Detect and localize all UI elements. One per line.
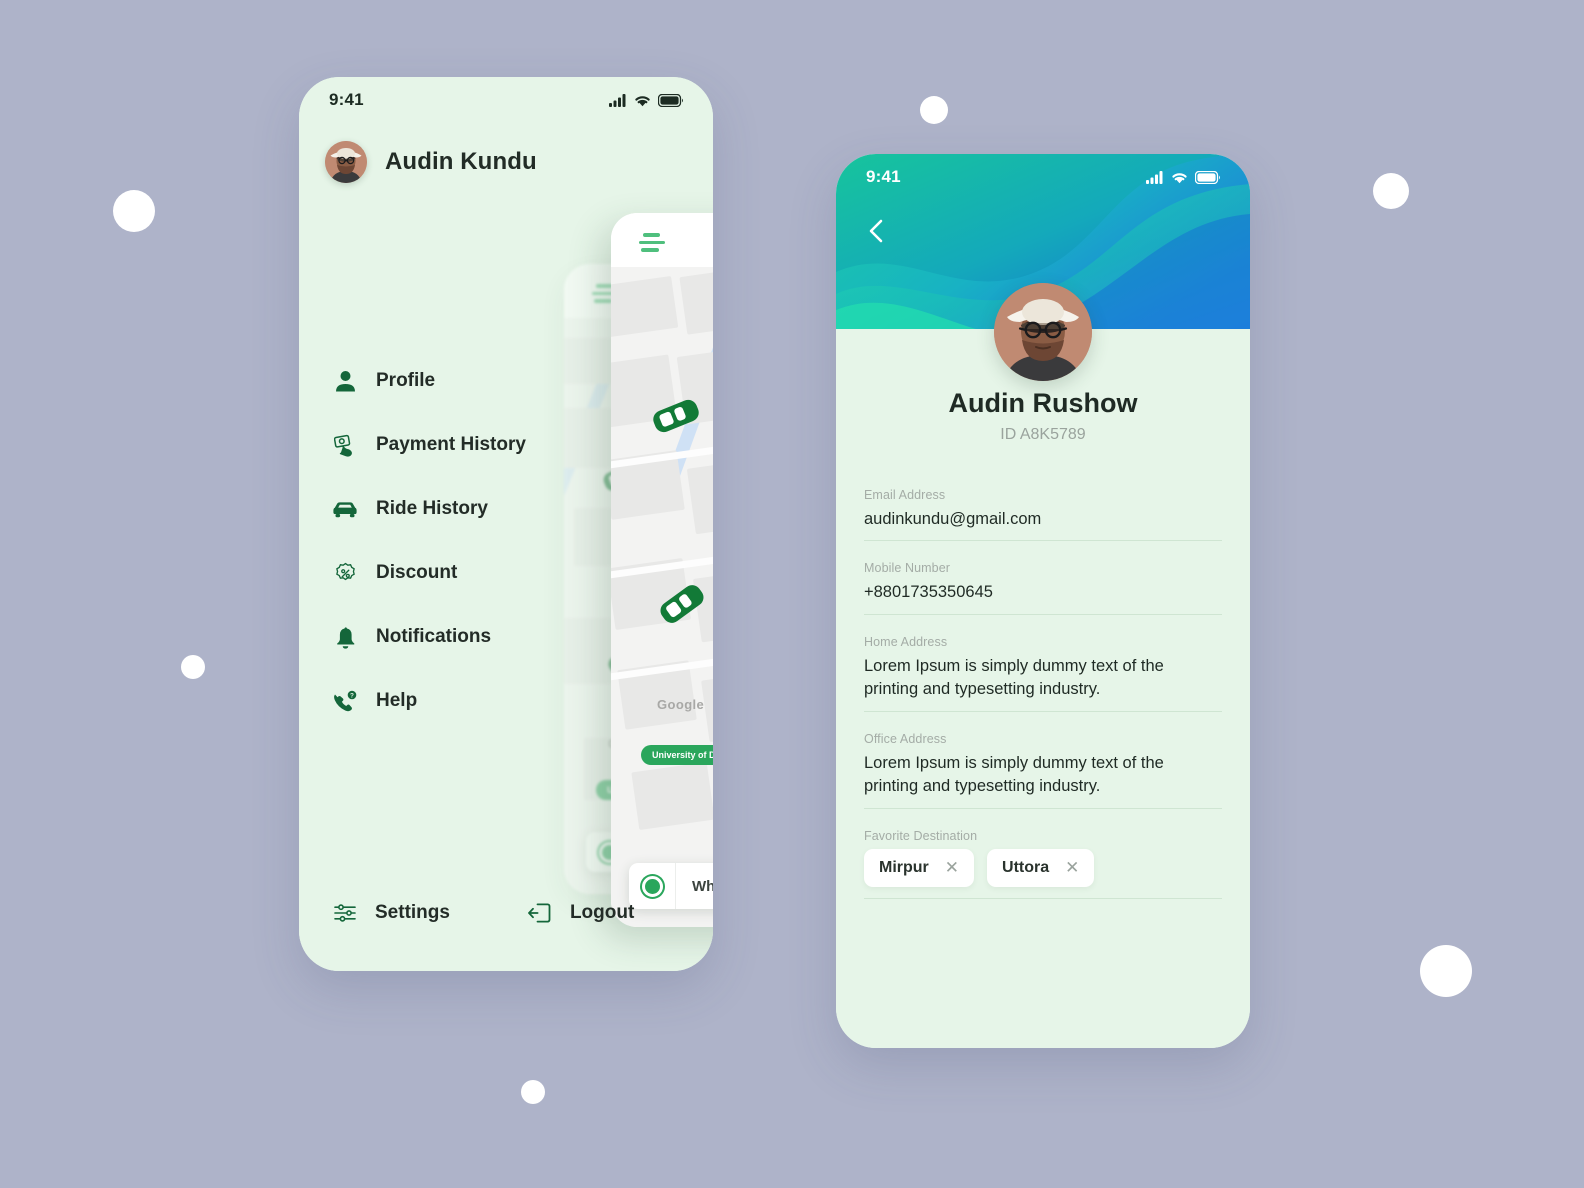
hamburger-icon[interactable] — [639, 233, 665, 256]
menu-footer: Settings Logout — [333, 901, 634, 925]
office-address-field[interactable]: Lorem Ipsum is simply dummy text of the … — [864, 752, 1222, 809]
field-label: Email Address — [864, 488, 946, 502]
field-email: Email Address audinkundu@gmail.com — [864, 488, 1222, 542]
profile-avatar — [994, 283, 1092, 381]
map-card-topbar — [611, 213, 713, 267]
field-office-address: Office Address Lorem Ipsum is simply dum… — [864, 732, 1222, 809]
main-menu: Profile Payment History Ride History Dis… — [333, 349, 633, 733]
logout-button[interactable]: Logout — [528, 901, 634, 925]
person-icon — [333, 369, 357, 393]
menu-item-label: Discount — [376, 562, 458, 583]
destination-search-bar[interactable]: Where to? — [629, 863, 713, 909]
home-address-field[interactable]: Lorem Ipsum is simply dummy text of the … — [864, 655, 1222, 712]
email-field[interactable]: audinkundu@gmail.com — [864, 508, 1222, 542]
logout-label: Logout — [569, 902, 635, 923]
decor-dot — [181, 655, 205, 679]
field-home-address: Home Address Lorem Ipsum is simply dummy… — [864, 635, 1222, 712]
status-icons — [609, 93, 683, 107]
search-placeholder: Where to? — [692, 877, 713, 895]
destination-chip-list: Mirpur ✕ Uttora ✕ — [864, 848, 1222, 899]
menu-item-label: Notifications — [376, 626, 492, 647]
decor-dot — [113, 190, 155, 232]
destination-chip[interactable]: Mirpur ✕ — [864, 848, 975, 887]
poi-badge: University of Dhaka — [641, 745, 713, 765]
location-dot-icon — [629, 863, 676, 909]
battery-icon — [1195, 170, 1220, 184]
mobile-field[interactable]: +8801735350645 — [864, 581, 1222, 615]
decor-dot — [920, 96, 948, 124]
signal-icon — [609, 93, 626, 107]
wifi-icon — [1172, 172, 1187, 183]
menu-user-header[interactable]: Audin Kundu — [325, 141, 537, 183]
decor-dot — [521, 1080, 545, 1104]
decor-dot — [1373, 173, 1409, 209]
user-name: Audin Kundu — [385, 148, 537, 175]
car-icon — [333, 497, 357, 521]
profile-name: Audin Rushow — [948, 388, 1138, 418]
menu-item-help[interactable]: ? Help — [333, 669, 633, 733]
status-time: 9:41 — [329, 90, 364, 109]
status-icons — [1146, 170, 1220, 184]
close-icon[interactable]: ✕ — [945, 859, 959, 876]
battery-icon — [658, 93, 683, 107]
close-icon[interactable]: ✕ — [1065, 859, 1079, 876]
discount-badge-icon — [333, 561, 357, 585]
menu-item-ride-history[interactable]: Ride History — [333, 477, 633, 541]
status-bar: 9:41 — [836, 154, 1250, 200]
page-canvas: 9:41 Audin Kundu Google University of D … — [0, 0, 1584, 1188]
menu-item-label: Help — [376, 690, 418, 711]
field-label: Favorite Destination — [864, 828, 978, 843]
chevron-left-icon — [869, 219, 883, 243]
signal-icon — [1146, 170, 1163, 184]
svg-text:?: ? — [350, 692, 354, 699]
menu-item-label: Ride History — [376, 498, 488, 519]
menu-item-profile[interactable]: Profile — [333, 349, 633, 413]
field-favorite-destination: Favorite Destination Mirpur ✕ Uttora ✕ — [864, 829, 1222, 899]
menu-item-label: Profile — [376, 370, 436, 391]
wifi-icon — [635, 95, 650, 106]
bell-icon — [333, 625, 357, 649]
menu-item-discount[interactable]: Discount — [333, 541, 633, 605]
settings-label: Settings — [375, 902, 450, 923]
status-bar: 9:41 — [299, 77, 713, 123]
field-label: Mobile Number — [864, 561, 951, 576]
profile-id: ID A8K5789 — [1000, 426, 1086, 443]
menu-item-payment-history[interactable]: Payment History — [333, 413, 633, 477]
logout-icon — [528, 901, 552, 925]
menu-item-notifications[interactable]: Notifications — [333, 605, 633, 669]
profile-fields: Email Address audinkundu@gmail.com Mobil… — [864, 488, 1222, 919]
decor-dot — [1420, 945, 1472, 997]
google-watermark: Google — [657, 697, 705, 712]
chip-label: Mirpur — [879, 858, 929, 876]
avatar — [325, 141, 367, 183]
menu-item-label: Payment History — [376, 434, 526, 455]
status-time: 9:41 — [866, 167, 901, 186]
support-phone-icon: ? — [333, 689, 357, 713]
field-label: Home Address — [864, 634, 948, 649]
destination-chip[interactable]: Uttora ✕ — [987, 848, 1095, 887]
phone-menu-screen: 9:41 Audin Kundu Google University of D … — [299, 77, 713, 971]
field-mobile: Mobile Number +8801735350645 — [864, 561, 1222, 615]
field-label: Office Address — [864, 731, 947, 746]
sliders-icon — [333, 901, 357, 925]
money-hand-icon — [333, 433, 357, 457]
settings-button[interactable]: Settings — [333, 901, 450, 925]
back-button[interactable] — [862, 216, 892, 246]
phone-profile-screen: 9:41 Audin Rushow ID A8K5789 Email Addre… — [836, 154, 1250, 1048]
chip-label: Uttora — [1002, 858, 1050, 876]
